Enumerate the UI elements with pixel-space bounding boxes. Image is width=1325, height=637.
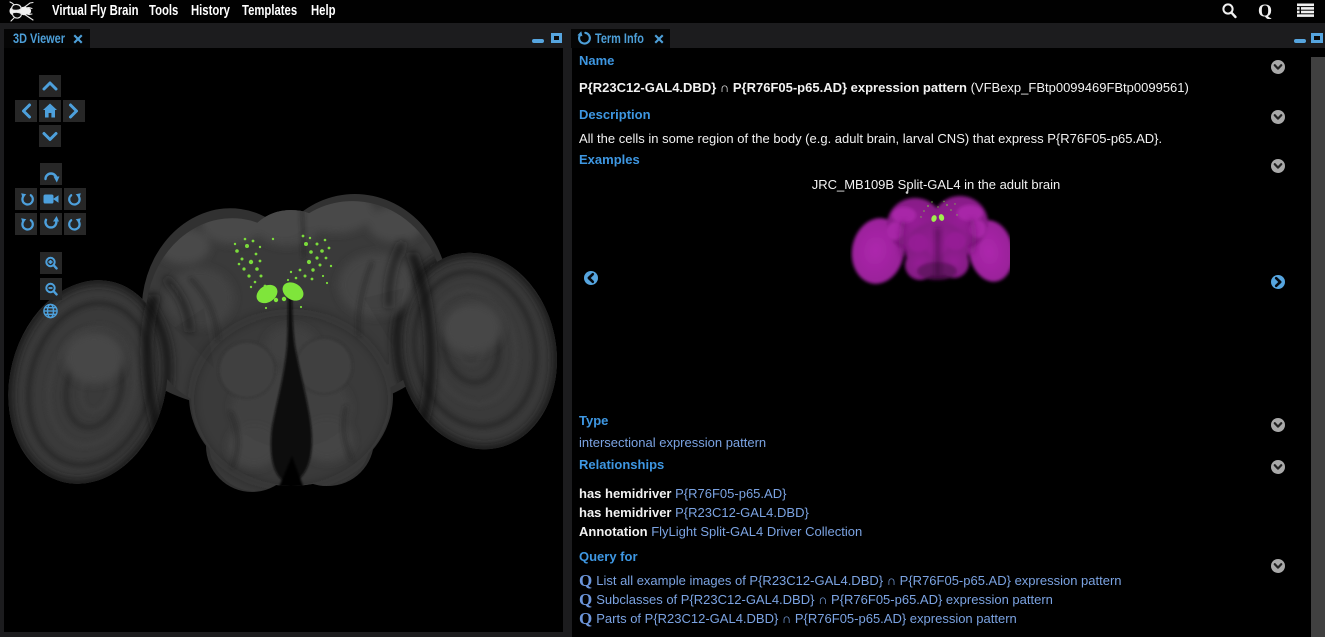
svg-text:Q: Q xyxy=(1258,1,1272,21)
